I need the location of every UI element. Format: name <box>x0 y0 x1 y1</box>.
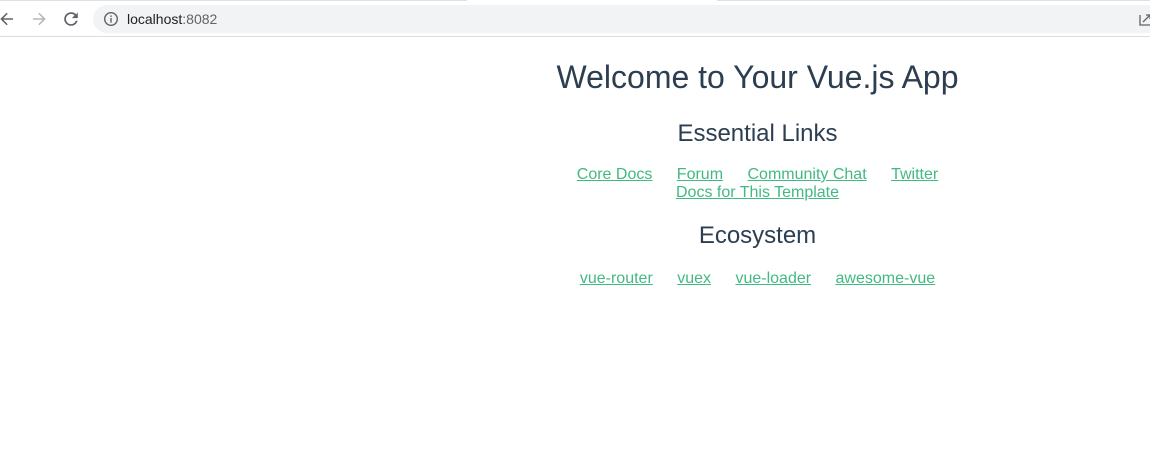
arrow-left-icon <box>0 12 13 26</box>
forum-link[interactable]: Forum <box>677 166 723 183</box>
address-bar[interactable]: localhost:8082 <box>93 5 1150 33</box>
back-button[interactable] <box>0 7 19 31</box>
vue-app: Welcome to Your Vue.js App Essential Lin… <box>365 38 1150 288</box>
info-icon[interactable] <box>103 11 119 27</box>
ecosystem-heading: Ecosystem <box>698 222 817 249</box>
url-text[interactable]: localhost:8082 <box>127 11 217 27</box>
list-item: awesome-vue <box>836 270 936 288</box>
share-icon[interactable] <box>1139 12 1150 26</box>
vuex-link[interactable]: vuex <box>677 270 711 287</box>
twitter-link[interactable]: Twitter <box>891 166 938 183</box>
essential-links-list: Core Docs Forum Community Chat Twitter D… <box>548 166 968 202</box>
community-chat-link[interactable]: Community Chat <box>747 166 866 183</box>
list-item: vue-loader <box>735 270 811 288</box>
page-title: Welcome to Your Vue.js App <box>556 59 959 95</box>
list-item: Twitter <box>891 166 938 184</box>
list-item: vue-router <box>580 270 653 288</box>
awesome-vue-link[interactable]: awesome-vue <box>836 270 936 287</box>
reload-button[interactable] <box>59 7 83 31</box>
url-port: :8082 <box>182 11 218 27</box>
vue-loader-link[interactable]: vue-loader <box>735 270 811 287</box>
list-item: Community Chat <box>747 166 866 184</box>
arrow-right-icon <box>33 12 46 26</box>
ecosystem-links-list: vue-router vuex vue-loader awesome-vue <box>548 270 968 288</box>
browser-toolbar: localhost:8082 <box>0 0 1150 37</box>
core-docs-link[interactable]: Core Docs <box>577 166 653 183</box>
essential-links-heading: Essential Links <box>677 120 838 147</box>
list-item: Docs for This Template <box>676 184 839 202</box>
vue-router-link[interactable]: vue-router <box>580 270 653 287</box>
list-item: Core Docs <box>577 166 653 184</box>
list-item: Forum <box>677 166 723 184</box>
reload-icon <box>64 12 78 26</box>
url-host: localhost <box>127 11 183 27</box>
tab-strip-edge <box>0 0 1150 1</box>
docs-for-template-link[interactable]: Docs for This Template <box>676 184 839 201</box>
forward-button[interactable] <box>27 7 51 31</box>
list-item: vuex <box>677 270 711 288</box>
